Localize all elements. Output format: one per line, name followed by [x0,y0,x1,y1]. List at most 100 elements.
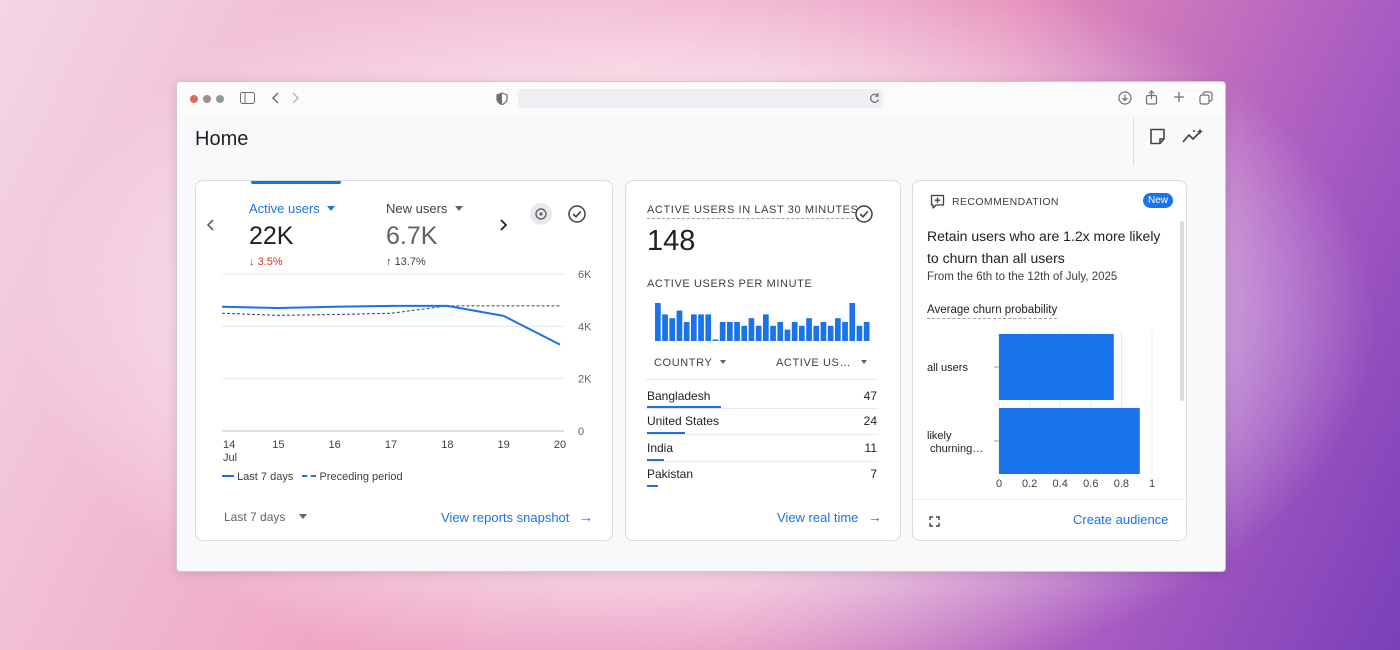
forward-icon[interactable] [291,91,301,107]
x-tick-label: 1 [1149,478,1155,490]
minute-bar [755,325,762,341]
check-circle-icon [568,205,586,223]
tab-overview-icon[interactable] [1199,91,1213,107]
table-divider [646,434,878,435]
create-audience-link[interactable]: Create audience [1073,512,1168,527]
scrollbar[interactable] [1180,221,1184,401]
share-icon[interactable] [1145,90,1158,107]
x-tick-label: 0.4 [1053,478,1068,490]
country-value: 24 [863,414,877,428]
minute-bar [863,322,870,341]
insights-icon[interactable] [1182,128,1204,149]
sidebar-toggle-icon[interactable] [240,92,255,106]
metric-new-users[interactable]: New users 6.7K ↑ 13.7% [386,201,506,268]
minute-bar [849,303,856,341]
x-tick-label: 19 [498,439,510,451]
compare-check-button[interactable] [853,203,875,225]
minute-bar [791,322,798,341]
table-divider [646,461,878,462]
churn-bar-chart: 0 0.2 0.4 0.6 0.8 1 [994,331,1155,490]
legend-previous: Preceding period [319,471,403,483]
view-real-time-link[interactable]: View real time → [777,509,882,527]
dropdown-arrow-icon [327,206,336,211]
check-circle-icon [855,205,873,223]
recommendation-card: RECOMMENDATION New Retain users who are … [912,180,1187,541]
minute-bar [820,322,827,341]
x-tick-label: 15 [272,439,284,451]
bar-label-line: likely [927,430,952,442]
expand-icon[interactable] [929,514,940,532]
table-divider [646,408,878,409]
minimize-window-button[interactable] [203,95,211,103]
country-value: 7 [870,467,877,481]
metric-active-users[interactable]: Active users 22K ↓ 3.5% [249,201,369,268]
chevron-right-icon[interactable] [498,218,508,237]
dropdown-arrow-icon [298,514,307,519]
new-badge: New [1143,193,1174,208]
header-divider [1133,118,1134,166]
address-bar[interactable] [518,89,883,108]
minute-bar [698,314,704,341]
close-window-button[interactable] [190,95,198,103]
date-range-dropdown[interactable]: Last 7 days [224,510,307,524]
minute-bar [748,318,755,341]
legend-swatch-dashed [302,475,317,477]
back-icon[interactable] [270,91,280,107]
minute-bar [655,303,661,341]
minute-bar [705,314,712,341]
compare-check-button[interactable] [566,203,588,225]
link-label: View reports snapshot [441,510,570,525]
download-icon[interactable] [1118,91,1132,107]
minute-bar [691,314,697,341]
minute-bar [662,314,668,341]
country-name: United States [647,414,720,428]
x-tick-label: 0 [996,478,1002,490]
active-users-column-header[interactable]: ACTIVE US… [776,357,867,369]
bar-label-line: churning… [930,443,984,455]
metric-label: Active users [249,201,320,216]
x-tick-label: 0.2 [1022,478,1037,490]
chart-legend: Last 7 days Preceding period [222,471,403,483]
minute-bar [806,318,812,341]
y-tick-label: 0 [578,426,584,438]
per-minute-bar-chart [655,303,870,341]
country-value: 11 [864,441,877,455]
new-tab-icon[interactable] [1173,91,1185,105]
headline-line: to churn than all users [927,250,1065,266]
page-title: Home [195,128,249,150]
share-bar [647,485,659,487]
minute-bar [835,318,841,341]
churn-bar [999,334,1114,400]
browser-toolbar [177,82,1225,116]
selected-tab-indicator [251,181,341,184]
maximize-window-button[interactable] [216,95,224,103]
churn-chart-title: Average churn probability [927,304,1058,319]
recommendation-header: RECOMMENDATION [952,196,1059,208]
minute-bar [683,322,690,341]
view-reports-snapshot-link[interactable]: View reports snapshot → [441,509,593,527]
card-footer-divider [913,499,1186,500]
minute-bar [856,325,863,341]
reload-icon[interactable] [869,92,880,106]
minute-bar [763,314,769,341]
minute-bar [734,322,740,341]
spark-icon [535,208,547,220]
realtime-value: 148 [647,225,696,257]
minute-bar [669,318,676,341]
line-chart: 6K 4K 2K 0 14 15 16 17 18 19 20 Jul [221,269,592,463]
recommendation-icon [930,194,945,215]
country-name: India [647,441,674,455]
y-tick-label: 2K [578,374,592,386]
chevron-left-icon[interactable] [206,218,216,237]
per-minute-label: ACTIVE USERS PER MINUTE [647,278,813,290]
table-divider [646,379,878,380]
y-tick-label: 4K [578,321,592,333]
country-column-header[interactable]: COUNTRY [654,357,726,369]
arrow-right-icon: → [578,509,593,525]
shield-icon[interactable] [496,92,508,107]
minute-bar [813,325,820,341]
ai-insights-button[interactable] [530,203,552,225]
notes-icon[interactable] [1149,128,1166,150]
churn-bar [999,408,1140,474]
minute-bar [727,322,733,341]
